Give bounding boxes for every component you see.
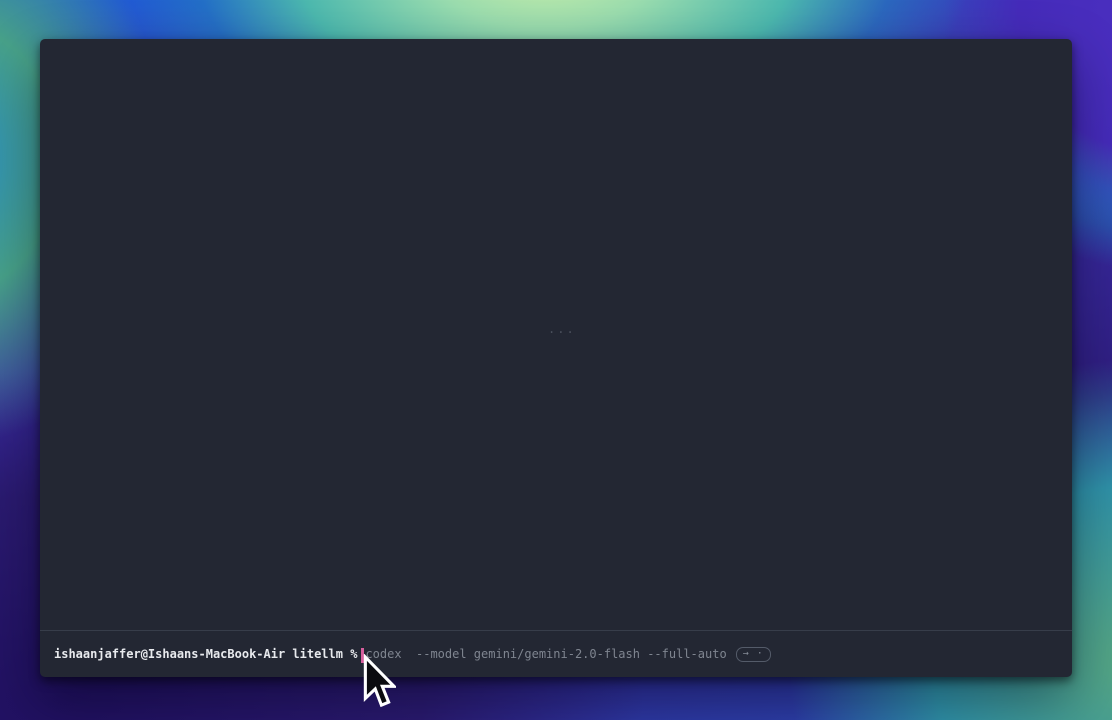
accept-suggestion-hint-badge: → · — [736, 647, 771, 662]
mouse-pointer-icon — [363, 654, 396, 710]
shell-prompt: ishaanjaffer@Ishaans-MacBook-Air litellm… — [54, 647, 357, 661]
loading-ellipsis: ... — [548, 322, 576, 336]
desktop-wallpaper: ... ishaanjaffer@Ishaans-MacBook-Air lit… — [0, 0, 1112, 720]
terminal-window[interactable]: ... ishaanjaffer@Ishaans-MacBook-Air lit… — [40, 39, 1072, 677]
command-suggestion: codex --model gemini/gemini-2.0-flash --… — [365, 647, 726, 661]
terminal-output-area: ... — [40, 39, 1072, 630]
command-input[interactable]: ishaanjaffer@Ishaans-MacBook-Air litellm… — [40, 631, 1072, 677]
